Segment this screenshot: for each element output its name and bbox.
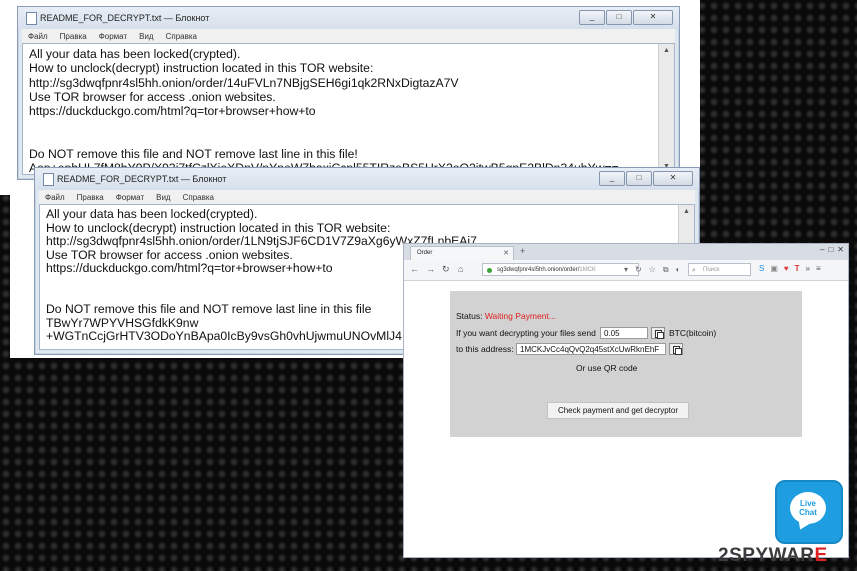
notepad-window-1: README_FOR_DECRYPT.txt — Блокнот _ □ ✕ Ф… — [17, 6, 680, 180]
address-label: to this address: — [456, 344, 514, 354]
live-chat-button[interactable]: Live Chat — [775, 480, 843, 544]
text-line: +WGTnCcjGrHTV3ODoYnBApa0IcBy9vsGh0vhUjwm… — [46, 329, 402, 344]
new-tab-icon[interactable]: + — [520, 246, 525, 256]
search-placeholder: Поиск — [703, 267, 720, 273]
payment-panel: Status: Waiting Payment... If you want d… — [450, 291, 802, 437]
tab-close-icon[interactable]: ✕ — [503, 247, 509, 260]
status-label: Status: — [456, 311, 483, 321]
copy-amount-icon[interactable] — [651, 327, 665, 339]
text-line: Do NOT remove this file and NOT remove l… — [46, 302, 372, 317]
window-titlebar[interactable]: README_FOR_DECRYPT.txt — Блокнот _ □ ✕ — [18, 7, 679, 29]
menu-edit[interactable]: Правка — [60, 32, 87, 41]
close-button[interactable]: ✕ — [653, 171, 693, 186]
home-icon[interactable]: ⌂ — [458, 264, 463, 274]
text-line: How to unclock(decrypt) instruction loca… — [29, 61, 374, 76]
tab-order[interactable]: Order ✕ — [410, 246, 514, 260]
address-field[interactable]: 1MCKJvCc4qQvQ2q45stXcUwRknEhF — [516, 343, 666, 355]
navigation-bar: ← → ↻ ⌂ sg3dwqfpnr4sl5hh.onion/order/1MC… — [404, 260, 848, 281]
vertical-scrollbar[interactable]: ▲ ▼ — [658, 44, 674, 174]
currency-label: BTC(bitcoin) — [669, 328, 717, 338]
translate-icon[interactable]: T — [795, 264, 800, 273]
scroll-up-icon[interactable]: ▲ — [659, 44, 674, 58]
url-tail: 1MCK — [579, 267, 597, 273]
menu-file[interactable]: Файл — [45, 193, 65, 202]
onion-security-icon — [487, 268, 492, 273]
dropdown-icon[interactable]: ▾ — [624, 265, 628, 275]
text-line: Use TOR browser for access .onion websit… — [29, 89, 276, 104]
text-line: Do NOT remove this file and NOT remove l… — [29, 147, 358, 162]
window-titlebar[interactable]: README_FOR_DECRYPT.txt — Блокнот _ □ ✕ — [35, 168, 699, 190]
amount-field[interactable]: 0.05 — [600, 327, 648, 339]
menu-help[interactable]: Справка — [166, 32, 197, 41]
watermark-end: E — [814, 545, 828, 566]
status-value: Waiting Payment... — [484, 311, 556, 321]
scroll-up-icon[interactable]: ▲ — [679, 205, 694, 219]
live-chat-line2: Chat — [799, 508, 817, 517]
decrypt-label: If you want decrypting your files send — [456, 328, 596, 338]
address-bar[interactable]: sg3dwqfpnr4sl5hh.onion/order/1MCK — [482, 263, 639, 276]
text-content: All your data has been locked(crypted). … — [29, 47, 619, 174]
menu-view[interactable]: Вид — [139, 32, 153, 41]
text-line: All your data has been locked(crypted). — [29, 47, 241, 61]
search-icon: ⌕ — [692, 267, 696, 274]
reload-icon[interactable]: ↻ — [442, 264, 450, 275]
reload-small-icon[interactable]: ↻ — [635, 265, 642, 275]
menu-edit[interactable]: Правка — [77, 193, 104, 202]
watermark-logo: 2SPYWARE — [718, 545, 828, 567]
minimize-button[interactable]: _ — [599, 171, 625, 186]
close-icon[interactable]: ✕ — [837, 245, 844, 254]
skype-icon[interactable]: S — [759, 264, 764, 273]
menu-bar: Файл Правка Формат Вид Справка — [39, 190, 695, 204]
window-title: README_FOR_DECRYPT.txt — Блокнот — [40, 13, 210, 23]
back-icon[interactable]: ← — [410, 264, 419, 274]
text-line: http://sg3dwqfpnr4sl5hh.onion/order/14uF… — [29, 75, 459, 90]
qr-link[interactable]: Or use QR code — [576, 363, 637, 373]
status-row: Status: Waiting Payment... — [456, 311, 556, 321]
notepad-icon — [43, 173, 54, 186]
shield-icon[interactable]: ◐ — [676, 265, 681, 275]
menu-bar: Файл Правка Формат Вид Справка — [22, 29, 675, 43]
text-line: https://duckduckgo.com/html?q=tor+browse… — [46, 261, 333, 276]
minimize-icon[interactable]: – — [820, 245, 824, 254]
menu-file[interactable]: Файл — [28, 32, 48, 41]
text-area[interactable]: All your data has been locked(crypted). … — [22, 43, 675, 175]
tab-title: Order — [417, 250, 433, 256]
maximize-icon[interactable]: □ — [828, 245, 833, 254]
watermark-num: 2 — [718, 545, 730, 566]
text-line: TBwYr7WPYVHSGfdkK9nw — [46, 315, 199, 330]
menu-help[interactable]: Справка — [183, 193, 214, 202]
maximize-button[interactable]: □ — [606, 10, 632, 25]
pocket-icon[interactable]: ♥ — [784, 264, 789, 273]
text-line: How to unclock(decrypt) instruction loca… — [46, 220, 391, 235]
maximize-button[interactable]: □ — [626, 171, 652, 186]
url-main: sg3dwqfpnr4sl5hh.onion/order/ — [497, 267, 580, 273]
bookmark-star-icon[interactable]: ☆ — [649, 265, 656, 275]
live-chat-label: Live Chat — [790, 499, 826, 517]
extension-icon[interactable]: ▣ — [770, 264, 778, 273]
live-chat-line1: Live — [799, 499, 816, 508]
text-line: https://duckduckgo.com/html?q=tor+browse… — [29, 104, 316, 119]
text-line: Use TOR browser for access .onion websit… — [46, 247, 293, 262]
overflow-icon[interactable]: » — [806, 264, 810, 273]
text-line: All your data has been locked(crypted). — [46, 207, 258, 221]
menu-format[interactable]: Формат — [116, 193, 144, 202]
menu-icon[interactable]: ≡ — [816, 264, 821, 273]
watermark-spy: SPYWAR — [729, 545, 815, 566]
window-title: README_FOR_DECRYPT.txt — Блокнот — [57, 174, 227, 184]
tab-bar: Order ✕ + – □ ✕ — [404, 244, 848, 260]
close-button[interactable]: ✕ — [633, 10, 673, 25]
check-payment-button[interactable]: Check payment and get decryptor — [547, 402, 689, 419]
minimize-button[interactable]: _ — [579, 10, 605, 25]
library-icon[interactable]: ⧉ — [663, 265, 669, 275]
forward-icon[interactable]: → — [426, 264, 435, 274]
copy-address-icon[interactable] — [669, 343, 683, 355]
notepad-icon — [26, 12, 37, 25]
menu-format[interactable]: Формат — [99, 32, 127, 41]
search-box[interactable]: ⌕ Поиск — [688, 263, 751, 276]
menu-view[interactable]: Вид — [156, 193, 170, 202]
